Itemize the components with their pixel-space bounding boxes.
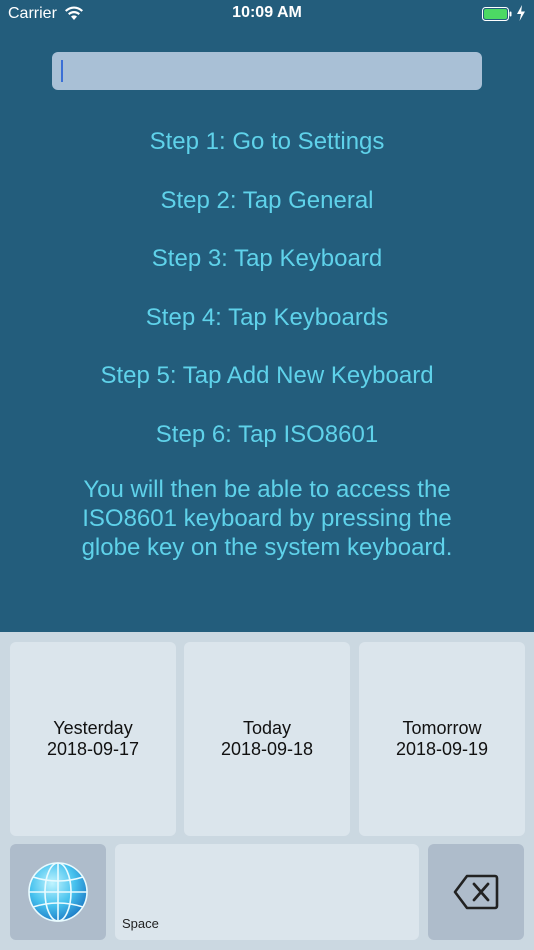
step-6: Step 6: Tap ISO8601	[155, 420, 379, 448]
today-key[interactable]: Today 2018-09-18	[184, 642, 350, 836]
space-key[interactable]: Space	[115, 844, 419, 940]
delete-key[interactable]	[428, 844, 524, 940]
instructions-note: You will then be able to access the ISO8…	[81, 476, 453, 561]
key-date: 2018-09-18	[220, 739, 314, 759]
step-4: Step 4: Tap Keyboards	[145, 303, 389, 331]
tomorrow-key[interactable]: Tomorrow 2018-09-19	[359, 642, 525, 836]
step-5: Step 5: Tap Add New Keyboard	[100, 362, 434, 389]
globe-icon	[28, 862, 88, 922]
iso8601-keyboard: Yesterday 2018-09-17 Today 2018-09-18 To…	[0, 632, 534, 950]
battery-icon	[482, 7, 512, 21]
key-label: Yesterday	[53, 718, 133, 738]
step-1: Step 1: Go to Settings	[149, 128, 385, 155]
space-label: Space	[122, 916, 159, 931]
status-time: 10:09 AM	[232, 4, 302, 21]
status-bar: Carrier 10:09 AM	[0, 0, 534, 28]
step-2: Step 2: Tap General	[160, 186, 374, 214]
backspace-icon	[453, 874, 499, 910]
globe-key[interactable]	[10, 844, 106, 940]
text-input[interactable]	[52, 52, 482, 90]
step-3: Step 3: Tap Keyboard	[151, 245, 383, 272]
key-date: 2018-09-19	[395, 739, 489, 759]
instructions: Step 1: Go to Settings Step 2: Tap Gener…	[0, 120, 534, 562]
key-date: 2018-09-17	[46, 739, 140, 759]
text-caret	[61, 60, 63, 82]
yesterday-key[interactable]: Yesterday 2018-09-17	[10, 642, 176, 836]
key-label: Tomorrow	[402, 718, 482, 738]
key-label: Today	[242, 718, 292, 738]
charging-bolt-icon	[517, 5, 525, 21]
